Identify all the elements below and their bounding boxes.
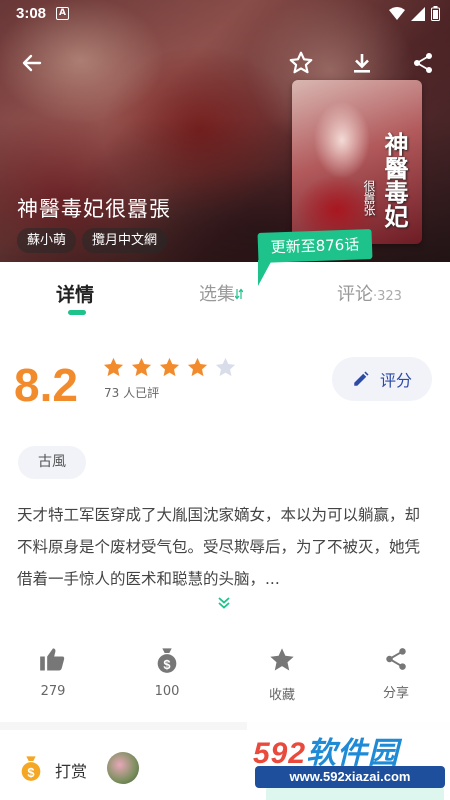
star-filled-icon bbox=[187, 357, 208, 377]
star-filled-icon bbox=[131, 357, 152, 377]
svg-text:$: $ bbox=[163, 657, 170, 672]
watermark: 592软件园 www.592xiazai.com bbox=[247, 718, 450, 800]
tab-episodes[interactable]: 选集 bbox=[199, 280, 244, 306]
battery-icon bbox=[431, 6, 440, 21]
sort-icon bbox=[234, 288, 244, 300]
genre-tag[interactable]: 古風 bbox=[18, 446, 86, 479]
tab-comments-label: 评论 bbox=[337, 284, 373, 305]
double-chevron-down-icon bbox=[218, 597, 230, 609]
arrow-left-icon bbox=[22, 54, 42, 72]
book-title: 神醫毒妃很囂張 bbox=[17, 197, 171, 221]
tab-episodes-label: 选集 bbox=[199, 284, 235, 305]
share-icon bbox=[414, 53, 432, 73]
money-bag-icon: $ bbox=[21, 756, 41, 781]
action-bar: 279 $ 100 收藏 分享 bbox=[0, 646, 450, 706]
star-outline-icon bbox=[289, 51, 313, 74]
tab-details[interactable]: 详情 bbox=[56, 280, 94, 307]
book-description[interactable]: 天才特工军医穿成了大胤国沈家嫡女，本以为可以躺赢，却不料原身是个废材受气包。受尽… bbox=[17, 499, 431, 595]
update-badge: 更新至876话 bbox=[257, 229, 373, 263]
tab-comments[interactable]: 评论·323 bbox=[337, 280, 402, 306]
share-action-button[interactable]: 分享 bbox=[366, 646, 426, 701]
tab-indicator bbox=[68, 310, 86, 315]
status-time: 3:08 bbox=[16, 5, 47, 22]
star-icon bbox=[270, 648, 294, 671]
favorite-button[interactable] bbox=[286, 48, 316, 78]
tab-details-label: 详情 bbox=[56, 284, 95, 306]
hero-header: 3:08 A 神醫毒妃很囂張 蘇小萌 攬月中文網 神醫毒妃 很囂张 bbox=[0, 0, 450, 262]
share-button[interactable] bbox=[408, 48, 438, 78]
notification-icon: A bbox=[56, 7, 69, 20]
signal-icon bbox=[411, 6, 425, 21]
star-filled-icon bbox=[103, 357, 124, 377]
rating-score: 8.2 bbox=[14, 359, 78, 411]
thumbs-up-icon bbox=[40, 648, 65, 671]
rate-button[interactable]: 评分 bbox=[332, 357, 432, 401]
collect-button[interactable]: 收藏 bbox=[252, 646, 312, 703]
watermark-url: www.592xiazai.com bbox=[255, 766, 445, 788]
cover-subtitle: 很囂张 bbox=[362, 180, 376, 216]
book-cover[interactable]: 神醫毒妃 很囂张 bbox=[292, 80, 422, 244]
coin-count: 100 bbox=[154, 684, 180, 699]
download-icon bbox=[354, 54, 370, 73]
like-count: 279 bbox=[40, 684, 66, 699]
status-bar: 3:08 A bbox=[0, 0, 450, 28]
rate-button-label: 评分 bbox=[379, 371, 412, 390]
author-chip[interactable]: 蘇小萌 bbox=[17, 228, 77, 253]
tab-bar: 详情 选集 评论·323 bbox=[0, 262, 450, 324]
cover-title: 神醫毒妃 bbox=[380, 132, 409, 228]
rating-count: 73 人已評 bbox=[104, 386, 160, 400]
expand-button[interactable] bbox=[217, 594, 231, 613]
money-bag-icon: $ bbox=[157, 648, 177, 673]
svg-text:$: $ bbox=[27, 765, 34, 780]
star-empty-icon bbox=[215, 357, 236, 377]
reward-coin-button[interactable]: $ 100 bbox=[137, 646, 197, 699]
download-button[interactable] bbox=[347, 48, 377, 78]
back-button[interactable] bbox=[17, 48, 47, 78]
avatar[interactable] bbox=[107, 752, 139, 784]
pencil-icon bbox=[354, 371, 369, 386]
share-icon bbox=[386, 648, 406, 670]
rating-stars bbox=[102, 356, 237, 379]
reward-label: 打赏 bbox=[55, 762, 88, 781]
collect-label: 收藏 bbox=[268, 688, 295, 703]
like-button[interactable]: 279 bbox=[23, 646, 83, 699]
publisher-chip[interactable]: 攬月中文網 bbox=[82, 228, 168, 253]
wifi-icon bbox=[389, 6, 405, 20]
star-filled-icon bbox=[159, 357, 180, 377]
share-label: 分享 bbox=[382, 686, 409, 701]
comment-count: ·323 bbox=[373, 289, 402, 304]
